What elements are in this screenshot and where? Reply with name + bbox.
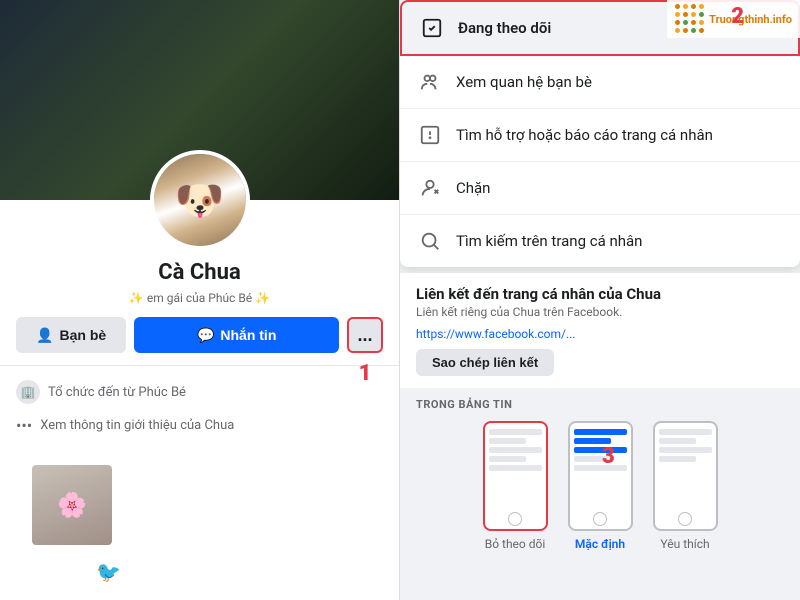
avatar-image: 🐶	[154, 154, 246, 246]
feed-label: TRONG BẢNG TIN	[416, 398, 784, 411]
friend-icon: 👤	[36, 327, 53, 344]
screen-line-9	[659, 438, 696, 444]
link-url: https://www.facebook.com/...	[416, 327, 784, 341]
ellipsis-icon: ...	[357, 325, 372, 346]
more-button[interactable]: ...	[347, 317, 383, 353]
profile-name: Cà Chua	[16, 260, 383, 285]
message-button[interactable]: 💬 Nhắn tin	[134, 317, 339, 353]
link-section: Liên kết đến trang cá nhân của Chua Liên…	[400, 273, 800, 388]
following-label: Đang theo dõi	[458, 19, 551, 37]
action-buttons: 👤 Bạn bè 💬 Nhắn tin ...	[0, 317, 399, 365]
screen-line-5	[489, 465, 542, 471]
relationship-icon	[416, 68, 444, 96]
home-button-2	[593, 512, 607, 526]
profile-subtitle: ✨ em gái của Phúc Bé ✨	[16, 291, 383, 305]
feed-options: Bỏ theo dõi Mặc định	[416, 421, 784, 551]
left-panel: 🐶 Cà Chua ✨ em gái của Phúc Bé ✨ 👤 Bạn b…	[0, 0, 400, 600]
block-icon	[416, 174, 444, 202]
step-2-label: 2	[731, 4, 744, 29]
friend-button[interactable]: 👤 Bạn bè	[16, 317, 126, 353]
post-preview: 🌸	[32, 465, 112, 545]
work-icon: 🏢	[16, 380, 40, 404]
home-button-3	[678, 512, 692, 526]
intro-text: Xem thông tin giới thiệu của Chua	[40, 418, 234, 433]
detail-row-work: 🏢 Tổ chức đến từ Phúc Bé	[16, 374, 383, 410]
favorite-label: Yêu thích	[660, 537, 709, 551]
feed-section: TRONG BẢNG TIN Bỏ theo dõi	[400, 388, 800, 557]
screen-line-2	[489, 438, 526, 444]
link-subtitle: Liên kết riêng của Chua trên Facebook.	[416, 305, 784, 319]
report-label: Tìm hỗ trợ hoặc báo cáo trang cá nhân	[456, 126, 713, 144]
screen-line-blue-1	[574, 429, 627, 435]
message-label: Nhắn tin	[220, 327, 276, 343]
feed-option-favorite[interactable]: Yêu thích	[653, 421, 718, 551]
menu-item-search[interactable]: Tìm kiếm trên trang cá nhân	[400, 215, 800, 267]
watermark-text: Truongthinh.info	[709, 13, 792, 26]
screen-line-4	[489, 456, 526, 462]
work-text: Tổ chức đến từ Phúc Bé	[48, 385, 186, 400]
block-label: Chặn	[456, 179, 490, 197]
messenger-icon: 💬	[197, 327, 214, 344]
phone-default	[568, 421, 633, 531]
home-button	[508, 512, 522, 526]
step-3-label: 3	[602, 444, 615, 469]
link-title: Liên kết đến trang cá nhân của Chua	[416, 285, 784, 303]
search-icon	[416, 227, 444, 255]
unfollow-label: Bỏ theo dõi	[485, 537, 546, 551]
friend-label: Bạn bè	[60, 327, 107, 343]
menu-item-block[interactable]: Chặn	[400, 162, 800, 215]
step-1-label: 1	[347, 355, 383, 391]
detail-row-intro: ••• Xem thông tin giới thiệu của Chua	[16, 410, 383, 441]
report-icon	[416, 121, 444, 149]
feed-option-unfollow[interactable]: Bỏ theo dõi	[483, 421, 548, 551]
copy-label: Sao chép liên kết	[432, 355, 538, 370]
screen-line-3	[489, 447, 542, 453]
profile-details: 🏢 Tổ chức đến từ Phúc Bé ••• Xem thông t…	[0, 365, 399, 449]
phone-favorite	[653, 421, 718, 531]
profile-info: Cà Chua ✨ em gái của Phúc Bé ✨	[0, 260, 399, 305]
copy-link-button[interactable]: Sao chép liên kết	[416, 349, 554, 376]
screen-line-blue-3	[574, 447, 627, 453]
relationship-label: Xem quan hệ bạn bè	[456, 73, 592, 91]
dots-icon: •••	[16, 416, 32, 435]
menu-item-relationship[interactable]: Xem quan hệ bạn bè	[400, 56, 800, 109]
screen-line-8	[659, 429, 712, 435]
screen-line-7	[574, 465, 627, 471]
right-panel: Truongthinh.info 2 Đang theo dõi	[400, 0, 800, 600]
default-label: Mặc định	[575, 537, 625, 551]
post-preview-area: 🌸	[0, 449, 399, 561]
following-icon	[418, 14, 446, 42]
screen-line-10	[659, 447, 712, 453]
menu-item-report[interactable]: Tìm hỗ trợ hoặc báo cáo trang cá nhân	[400, 109, 800, 162]
profile-avatar: 🐶	[150, 150, 250, 250]
screen-line-11	[659, 456, 696, 462]
watermark-dots	[675, 4, 705, 34]
phone-unfollow	[483, 421, 548, 531]
feed-option-default[interactable]: Mặc định	[568, 421, 633, 551]
cover-photo: 🐶	[0, 0, 399, 200]
search-label: Tìm kiếm trên trang cá nhân	[456, 232, 642, 250]
bird-decoration: 🐦	[96, 560, 121, 584]
dropdown-menu: Đang theo dõi Xem quan hệ bạn bè Tìm h	[400, 0, 800, 267]
screen-line-1	[489, 429, 542, 435]
